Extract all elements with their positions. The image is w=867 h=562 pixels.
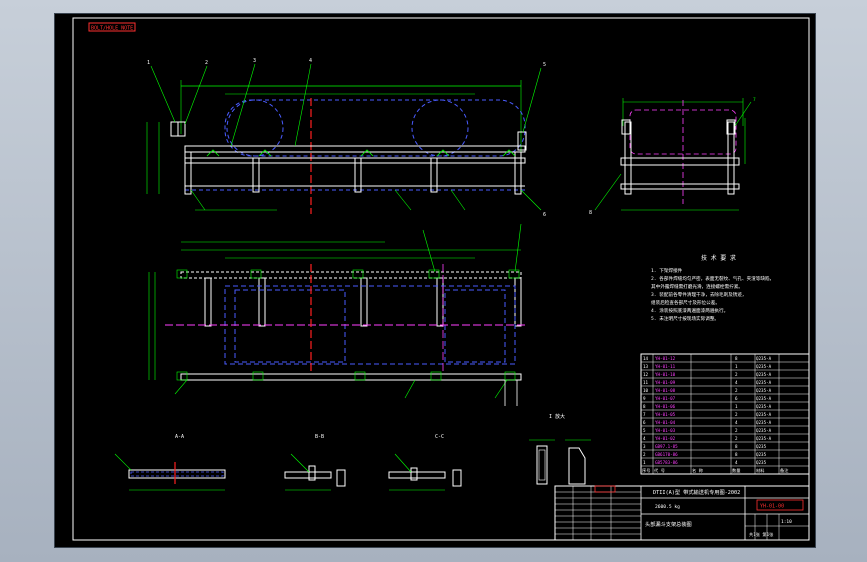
bom-header-cell: 材料 xyxy=(756,467,765,474)
callout-7: 7 xyxy=(753,97,756,103)
bom-row-mat: Q235-A xyxy=(756,396,772,401)
bom-row-mat: Q235 xyxy=(756,444,767,449)
bom-row-qty: 4 xyxy=(735,380,738,385)
bom-header-cell: 代 号 xyxy=(654,467,665,474)
bom-row-code: GB6170-86 xyxy=(655,452,678,457)
callout-2: 2 xyxy=(205,60,208,66)
tech-req-line: 4. 涂装按照底漆两遍面漆两遍执行。 xyxy=(651,307,728,314)
sheet-text: 共1张 第1张 xyxy=(749,531,774,538)
bom-row-no: 9 xyxy=(643,396,646,401)
bom-row-code: GB5783-86 xyxy=(655,460,678,465)
callout-5: 5 xyxy=(543,62,546,68)
bom-row-qty: 1 xyxy=(735,404,738,409)
bom-header-cell: 名 称 xyxy=(692,467,703,474)
bom-row-mat: Q235-A xyxy=(756,412,772,417)
callout-3: 3 xyxy=(253,58,256,64)
bom-row-code: YH-01-03 xyxy=(655,428,676,433)
bom-row-code: YH-01-08 xyxy=(655,388,676,393)
bom-row-qty: 2 xyxy=(735,388,738,393)
tech-req-line: 1. 下架焊接件 xyxy=(651,267,683,274)
bom-row-no: 12 xyxy=(643,372,649,377)
plan-view xyxy=(148,223,525,406)
section-label-a: A-A xyxy=(175,434,184,440)
bom-row-no: 4 xyxy=(643,436,646,441)
bom-row-mat: Q235-A xyxy=(756,420,772,425)
part-name: 头部漏斗支架总装图 xyxy=(645,520,692,528)
bom-row-code: YH-01-10 xyxy=(655,372,676,377)
bom-row-mat: Q235-A xyxy=(756,388,772,393)
bom-row-qty: 2 xyxy=(735,412,738,417)
bom-header-cell: 数量 xyxy=(732,467,740,474)
bom-row-qty: 1 xyxy=(735,364,738,369)
scale-text: 1:10 xyxy=(781,519,792,525)
bom-row-no: 2 xyxy=(643,452,646,457)
bom-row-code: YH-01-12 xyxy=(655,356,676,361)
tech-req-line: 5. 未注明尺寸按现场实际调整。 xyxy=(651,315,719,322)
bom-row-mat: Q235-A xyxy=(756,428,772,433)
bom-row-mat: Q235-A xyxy=(756,404,772,409)
tech-req-title: 技 术 要 求 xyxy=(701,254,736,262)
bom-row-code: YH-01-05 xyxy=(655,412,676,417)
bom-row-mat: Q235-A xyxy=(756,372,772,377)
section-label-c: C-C xyxy=(435,434,444,440)
drawing-number: YH-01-00 xyxy=(760,504,784,510)
bom-row-no: 8 xyxy=(643,404,646,409)
bom-header-cell: 备注 xyxy=(780,467,789,474)
detail-label: I 放大 xyxy=(549,413,565,420)
bom-row-mat: Q235 xyxy=(756,460,767,465)
bom-row-no: 11 xyxy=(643,380,649,385)
callout-8: 8 xyxy=(589,210,592,216)
bom-row-mat: Q235 xyxy=(756,452,767,457)
bom-row-no: 3 xyxy=(643,444,646,449)
bom-row-qty: 8 xyxy=(735,452,738,457)
section-label-b: B-B xyxy=(315,434,324,440)
bom-row-mat: Q235-A xyxy=(756,356,772,361)
bom-row-code: YH-01-02 xyxy=(655,436,676,441)
title-tag-text: BOLT/HOLE NOTE xyxy=(91,26,133,32)
front-view: 1 2 3 4 5 6 xyxy=(146,58,546,218)
bom-row-mat: Q235-A xyxy=(756,436,772,441)
bom-row-no: 7 xyxy=(643,412,646,417)
bom-row-no: 10 xyxy=(643,388,649,393)
title-block: DTII(A)型 带式输送机专用图-2002 2600.5 kg YH-01-0… xyxy=(554,485,810,541)
bom-row-qty: 6 xyxy=(735,396,738,401)
bom-row-qty: 8 xyxy=(735,444,738,449)
bom-row-qty: 8 xyxy=(735,356,738,361)
bom-row-no: 14 xyxy=(643,356,649,361)
tech-req-line: 3. 装配前各零件清理干净，去除毛刺及锈迹， xyxy=(651,291,747,298)
bom-row-no: 6 xyxy=(643,420,646,425)
bom-row-no: 13 xyxy=(643,364,649,369)
bom-row-code: GB97.1-85 xyxy=(655,444,678,449)
bom-row-qty: 2 xyxy=(735,436,738,441)
tech-req-line: 2. 各部件焊缝均匀严密，表面无裂纹、气孔、夹渣等缺陷， xyxy=(651,275,774,282)
cad-drawing: BOLT/HOLE NOTE 1 2 3 4 5 6 7 8 A-A B-B C… xyxy=(72,17,810,541)
bom-row-code: YH-01-04 xyxy=(655,420,676,425)
machine-name: DTII(A)型 带式输送机专用图-2002 xyxy=(653,488,740,496)
callout-1: 1 xyxy=(147,60,150,66)
callout-4: 4 xyxy=(309,58,312,64)
bom-row-qty: 4 xyxy=(735,420,738,425)
bill-of-materials: 14 YH-01-12 8 Q235-A13 YH-01-11 1 Q235-A12 YH-0… xyxy=(640,353,810,475)
bom-row-code: YH-01-06 xyxy=(655,404,676,409)
bom-row-qty: 4 xyxy=(735,460,738,465)
tech-req-line: 其中外露焊缝需打磨光滑，连接螺栓需拧紧。 xyxy=(651,283,743,290)
weight-text: 2600.5 kg xyxy=(655,504,680,510)
bom-header-cell: 序号 xyxy=(642,467,650,474)
bom-row-qty: 2 xyxy=(735,372,738,377)
drawing-sheet: BOLT/HOLE NOTE 1 2 3 4 5 6 7 8 A-A B-B C… xyxy=(55,14,815,547)
bom-row-code: YH-01-07 xyxy=(655,396,676,401)
bom-row-mat: Q235-A xyxy=(756,380,772,385)
bom-row-qty: 2 xyxy=(735,428,738,433)
bom-row-code: YH-01-11 xyxy=(655,364,676,369)
callout-6: 6 xyxy=(543,212,546,218)
bom-row-code: YH-01-09 xyxy=(655,380,676,385)
bom-row-no: 5 xyxy=(643,428,646,433)
technical-requirements: 技 术 要 求 1. 下架焊接件 2. 各部件焊缝均匀严密，表面无裂纹、气孔、夹… xyxy=(651,254,774,322)
bom-row-no: 1 xyxy=(643,460,646,465)
side-view: 7 8 xyxy=(589,97,756,216)
section-views: A-A B-B C-C I 放大 xyxy=(114,413,591,491)
bom-row-mat: Q235-A xyxy=(756,364,772,369)
tech-req-line: 组装后检查各部尺寸及形位公差。 xyxy=(651,299,720,306)
